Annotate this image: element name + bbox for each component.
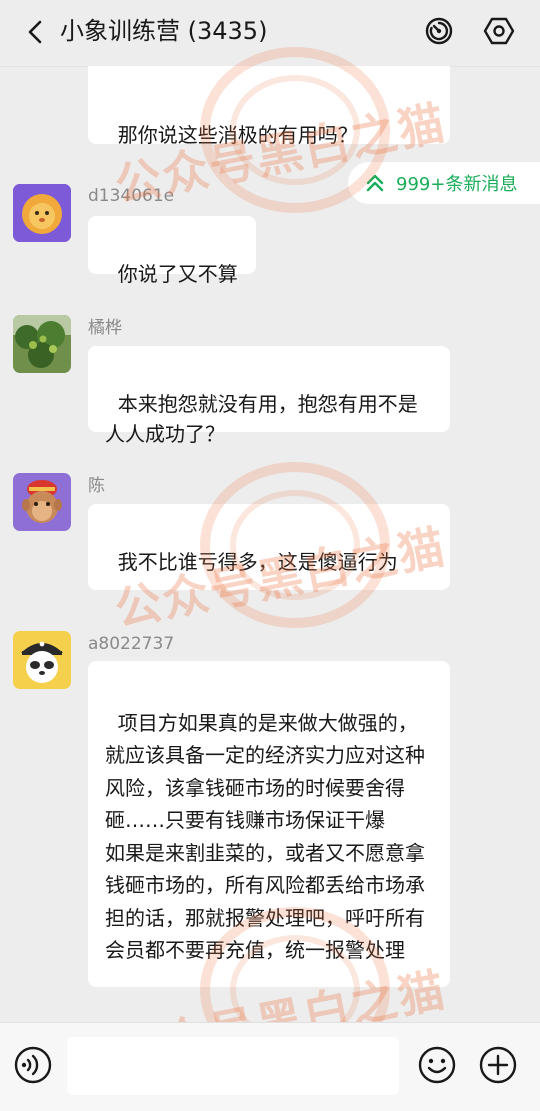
message-bubble[interactable]: 项目方如果真的是来做大做强的，就应该具备一定的经济实力应对这种风险，该拿钱砸市场… [88, 661, 450, 987]
sender-name: d134061e [88, 186, 175, 206]
sender-name: a8022737 [88, 634, 175, 654]
settings-icon[interactable] [482, 14, 516, 48]
smiley-icon[interactable] [417, 1045, 457, 1085]
message-input[interactable] [67, 1037, 399, 1095]
message-bubble[interactable]: 我不比谁亏得多，这是傻逼行为 [88, 504, 450, 694]
laughing-tears-emoji [118, 607, 146, 694]
message-text: 那你说这些消极的有用吗？ [117, 123, 358, 147]
input-bar [0, 1022, 540, 1111]
message-bubble[interactable]: 你说了又不算 [88, 216, 256, 286]
double-chevron-up-icon [366, 174, 384, 192]
avatar[interactable] [13, 315, 71, 373]
message-text: 项目方如果真的是来做大做强的，就应该具备一定的经济实力应对这种风险，该拿钱砸市场… [105, 710, 425, 963]
plus-icon[interactable] [478, 1045, 518, 1085]
chat-title: 小象训练营 (3435) [60, 17, 268, 45]
message-text: 你说了又不算 [117, 262, 238, 286]
avatar[interactable] [13, 184, 71, 242]
message-bubble[interactable]: 本来抱怨就没有用，抱怨有用不是人人成功了？ [88, 346, 450, 446]
new-messages-button[interactable]: 999+条新消息 [348, 162, 540, 204]
message-text: 本来抱怨就没有用，抱怨有用不是人人成功了？ [105, 392, 418, 446]
voice-icon[interactable] [13, 1045, 53, 1085]
sender-name: 橘桦 [88, 318, 122, 338]
chevron-left-icon[interactable] [24, 18, 48, 46]
new-messages-label: 999+条新消息 [396, 174, 518, 195]
sender-name: 陈 [88, 476, 105, 496]
avatar[interactable] [13, 631, 71, 689]
speedometer-icon[interactable] [422, 14, 456, 48]
avatar[interactable] [13, 473, 71, 531]
message-bubble[interactable]: 那你说这些消极的有用吗？ [88, 66, 450, 147]
top-bar: 小象训练营 (3435) [0, 0, 540, 67]
message-text: 我不比谁亏得多，这是傻逼行为 [117, 550, 398, 574]
